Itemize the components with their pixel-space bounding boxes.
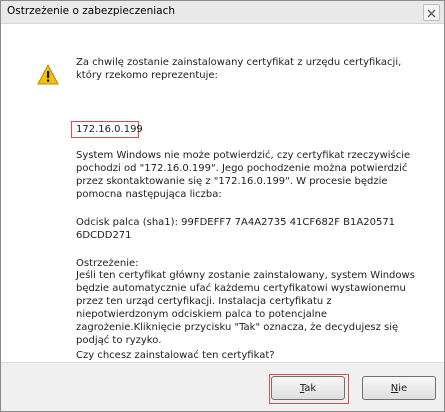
host-address: 172.16.0.199 xyxy=(76,124,143,135)
intro-text: Za chwilę zostanie zainstalowany certyfi… xyxy=(76,57,402,81)
install-question: Czy chcesz zainstalować ten certyfikat? xyxy=(76,350,275,361)
close-button[interactable] xyxy=(423,4,440,21)
validation-text: System Windows nie może potwierdzić, czy… xyxy=(76,150,411,200)
security-warning-dialog: Ostrzeżenie o zabezpieczeniach Za chwilę… xyxy=(0,0,445,412)
warning-body: Jeśli ten certyfikat główny zostanie zai… xyxy=(76,270,415,346)
dialog-content: Za chwilę zostanie zainstalowany certyfi… xyxy=(1,24,444,364)
title-bar: Ostrzeżenie o zabezpieczeniach xyxy=(1,1,444,24)
thumbprint-text: Odcisk palca (sha1): 99FDEFF7 7A4A2735 4… xyxy=(76,217,396,241)
no-button[interactable]: Nie xyxy=(362,376,436,400)
dialog-title: Ostrzeżenie o zabezpieczeniach xyxy=(7,5,176,17)
no-button-label: Nie xyxy=(390,382,408,394)
button-bar: Tak Nie xyxy=(1,362,444,411)
host-address-box: 172.16.0.199 xyxy=(71,121,143,138)
yes-button[interactable]: Tak xyxy=(271,376,345,400)
close-icon xyxy=(427,3,436,22)
warning-icon xyxy=(37,63,59,86)
yes-button-label: Tak xyxy=(299,382,317,394)
